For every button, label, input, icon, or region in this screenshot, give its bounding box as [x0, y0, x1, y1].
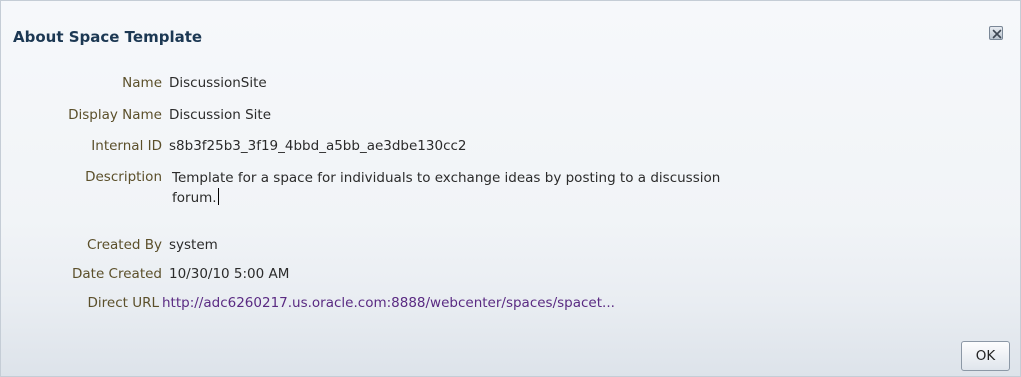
date-created-value: 10/30/10 5:00 AM — [169, 266, 290, 282]
description-line-2-wrap: forum. — [172, 188, 872, 208]
display-name-value: Discussion Site — [169, 107, 272, 123]
display-name-label: Display Name — [68, 107, 162, 123]
about-space-template-dialog: About Space Template Name DiscussionSite… — [0, 0, 1021, 377]
description-line-2: forum. — [172, 190, 217, 206]
created-by-label: Created By — [87, 237, 162, 253]
created-by-value: system — [169, 237, 218, 253]
direct-url-link[interactable]: http://adc6260217.us.oracle.com:8888/web… — [162, 295, 615, 311]
description-value[interactable]: Template for a space for individuals to … — [172, 168, 872, 208]
name-value: DiscussionSite — [169, 75, 267, 91]
description-label: Description — [85, 169, 162, 185]
direct-url-link-wrap: http://adc6260217.us.oracle.com:8888/web… — [162, 295, 615, 311]
internal-id-label: Internal ID — [91, 138, 162, 154]
name-label: Name — [122, 75, 162, 91]
close-button[interactable] — [989, 26, 1003, 40]
description-line-1: Template for a space for individuals to … — [172, 170, 721, 186]
close-icon — [992, 29, 1002, 39]
dialog-title: About Space Template — [13, 28, 203, 46]
direct-url-label: Direct URL — [87, 295, 160, 311]
text-caret — [217, 188, 219, 205]
date-created-label: Date Created — [72, 266, 162, 282]
internal-id-value: s8b3f25b3_3f19_4bbd_a5bb_ae3dbe130cc2 — [169, 138, 467, 154]
ok-button[interactable]: OK — [961, 341, 1010, 371]
